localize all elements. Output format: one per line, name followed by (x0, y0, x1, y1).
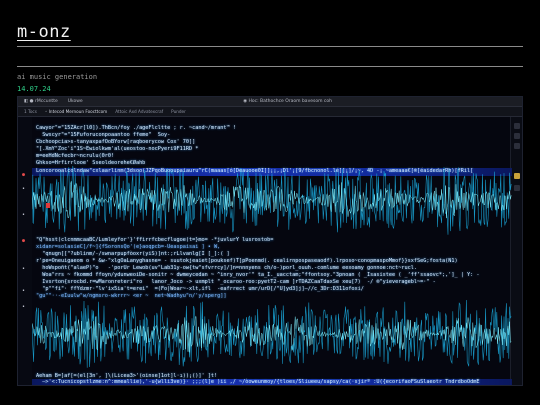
topbar-item-menu[interactable]: Ukowe (68, 99, 83, 104)
code-line: "p""fi"· ffYdzmr·"lv'ix5ia't=erei" =(Fo|… (36, 286, 364, 292)
marker-icon: • (22, 266, 26, 272)
post-title: ai music generation (17, 73, 98, 81)
marker-icon: • (22, 288, 26, 294)
window-topbar: ◧ ● rMccuntte Ukowe ◉ Hoc: Bathochce Ora… (18, 97, 522, 107)
code-line: Woa"rrs ~ fkommd ffoyn/ydunweoiDe-sonitr… (36, 272, 480, 278)
marker-icon: • (22, 186, 26, 192)
post-date: 14.07.24 (17, 85, 51, 93)
code-line: Ivsrton{srocbd.r=wMaronreteri"ro lanor_J… (36, 279, 436, 285)
code-line: xidanr=solasieC[/f~]{fSoronsQo'(e}aoqpcb… (36, 244, 221, 250)
code-line: r'pe=Oneuigaeom o * &w-"xlgOaLanyghasne=… (36, 258, 458, 264)
cursor-marker (46, 203, 50, 208)
code-line: "gu""··-eIuulw"w/ngmsro-wkrrr~ <er ~ net… (36, 293, 227, 299)
code-line: hoWspoñt("alaeP)"o -'porUr Lewob(uv"Lab3… (36, 265, 418, 271)
marker-icon: • (22, 212, 26, 218)
breakpoint-icon[interactable]: ● (22, 239, 27, 244)
code-line: Cbchoopcia>s-tanyaxpafOoBYorw[raqboeryco… (36, 139, 196, 145)
topbar-item-app[interactable]: ◧ ● rMccuntte (24, 99, 58, 104)
tab-advanced[interactable]: Attoic Axd Advatexcraf (115, 109, 163, 114)
breakpoint-icon[interactable]: ● (22, 173, 27, 178)
topbar-item-file[interactable]: ◉ Hoc: Bathochce Oraom bavesom coh (243, 99, 332, 104)
title-divider (17, 66, 523, 67)
toolbar-icon[interactable] (514, 123, 520, 129)
code-line: "[.XmY"Zoc'i"1S~Ewiolkwm'al(ueostoo-nocP… (36, 146, 199, 152)
toolbar-icon[interactable] (514, 133, 520, 139)
code-line: "qnugn[["?ublinm/-/swnarpupfòoxr(yiS)]nt… (36, 251, 230, 257)
code-line: Cawyor"="15ZAcr[l0]).ThBcn/foy ./ageFlcl… (36, 125, 236, 131)
marker-icon: • (22, 304, 26, 310)
code-line: m=eeHdNcfecbr~ncrulu(0r0! (36, 153, 115, 159)
site-title[interactable]: m-onz (17, 22, 71, 42)
left-gutter: ● • • ● • • • (18, 117, 32, 385)
waveform-bottom (32, 293, 512, 375)
post-screenshot: ◧ ● rMccuntte Ukowe ◉ Hoc: Bathochce Ora… (17, 96, 523, 386)
toolbar-icon[interactable] (514, 143, 520, 149)
code-line: –>'<:Tucnicopstlzme:n^:mmeallie),'-u{wll… (36, 379, 480, 385)
tab-active[interactable]: ◦ Intecod Mernoun Foocttcom (45, 109, 107, 114)
code-line: "Q"hsst(clcnmmcaaBC/Lumleyfor'}'ffirrfcb… (36, 237, 274, 243)
code-line: Loncorooalcolndaw"cxlaarlinm(3dsoo(JZPqo… (36, 168, 474, 174)
toolbar-icon[interactable] (514, 185, 520, 191)
code-line: Swscyr"="15Fuforuconpoaantoo ffeme" Soy- (36, 132, 171, 138)
waveform-outer-trace (32, 165, 512, 235)
window-tabbar: 1 Tocs ◦ Intecod Mernoun Foocttcom Attoi… (18, 107, 522, 117)
tab-render[interactable]: Punder (171, 109, 186, 114)
tab-tools[interactable]: 1 Tocs (24, 109, 37, 114)
code-line: Ghkso=Hrfirrlooe' Sseoldeorehe€Øahb (36, 160, 146, 166)
header-divider (17, 46, 523, 47)
toolbar-icon[interactable] (514, 173, 520, 179)
